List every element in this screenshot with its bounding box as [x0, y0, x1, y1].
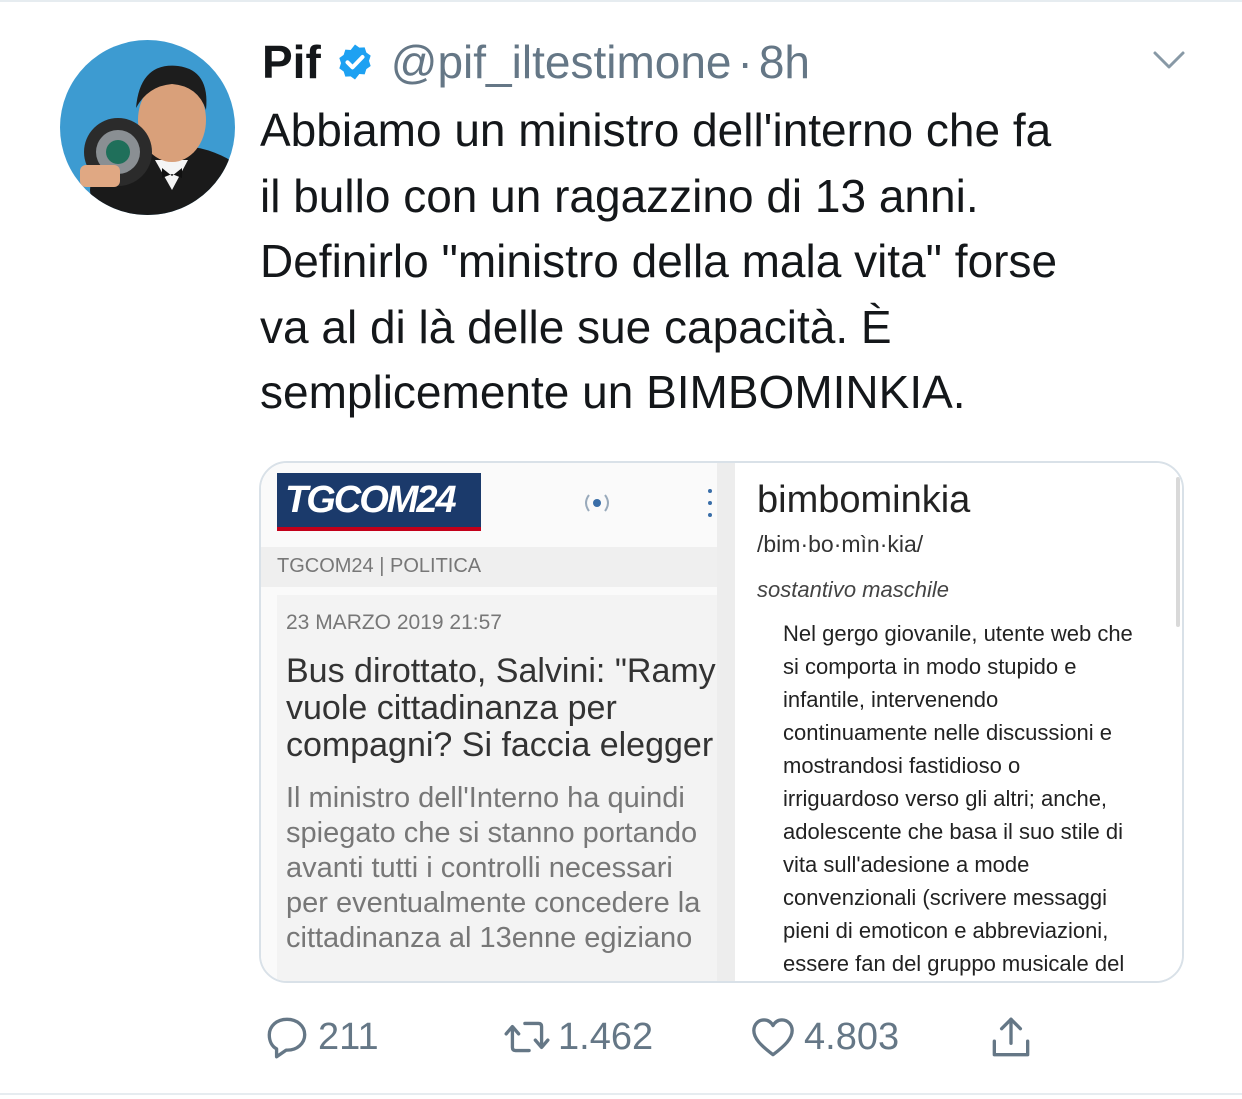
reply-icon — [267, 1017, 307, 1059]
definition-line: essere fan del gruppo musicale del — [783, 951, 1125, 976]
chevron-down-icon[interactable] — [1152, 48, 1186, 72]
definition-line: Nel gergo giovanile, utente web che — [783, 621, 1133, 646]
article-title-line: compagni? Si faccia elegger — [286, 726, 714, 764]
tweet-header: Pif @pif_iltestimone · 8h — [262, 32, 810, 92]
article-title-line: Bus dirottato, Salvini: "Ramy — [286, 652, 716, 690]
tweet-text-line: Abbiamo un ministro dell'interno che fa — [260, 104, 1052, 156]
media-image-left[interactable]: TGCOM24 TGCOM24 | POLITICA 23 MARZO 2019… — [261, 463, 717, 981]
article-summary-line: avanti tutti i controlli necessari — [286, 852, 673, 884]
like-count: 4.803 — [804, 1015, 900, 1058]
article-summary-line: Il ministro dell'Interno ha quindi — [286, 782, 685, 814]
display-name[interactable]: Pif — [262, 35, 321, 89]
reply-count: 211 — [318, 1015, 379, 1058]
tgcom24-logo: TGCOM24 — [277, 473, 481, 531]
share-button[interactable] — [986, 1012, 1036, 1062]
definition-line: pieni di emoticon e abbreviazioni, — [783, 918, 1109, 943]
tweet-text: Abbiamo un ministro dell'interno che fa … — [260, 98, 1200, 426]
definition-line: adolescente che basa il suo stile di — [783, 819, 1123, 844]
definition-line: infantile, intervenendo — [783, 687, 999, 712]
dictionary-word: bimbominkia — [757, 479, 971, 521]
definition-line: mostrandosi fastidioso o — [783, 753, 1021, 778]
scrollbar — [1176, 477, 1180, 627]
media-image-right[interactable]: bimbominkia /bim·bo·mìn·kia/ sostantivo … — [735, 463, 1182, 981]
retweet-icon — [504, 1021, 550, 1053]
live-broadcast-icon — [585, 494, 609, 512]
retweet-count: 1.462 — [558, 1015, 654, 1058]
tweet-text-line: va al di là delle sue capacità. È — [260, 300, 892, 353]
article-summary-line: cittadinanza al 13enne egiziano — [286, 922, 693, 954]
user-handle[interactable]: @pif_iltestimone — [391, 35, 732, 89]
definition-line: si comporta in modo stupido e — [783, 654, 1077, 679]
definition-line: vita sull'adesione a mode — [783, 852, 1030, 877]
article-summary-line: per eventualmente concedere la — [286, 887, 701, 919]
dictionary-definition: Nel gergo giovanile, utente web che si c… — [783, 617, 1182, 980]
article-date: 23 MARZO 2019 21:57 — [286, 611, 502, 634]
definition-line: irriguardoso verso gli altri; anche, — [783, 786, 1108, 811]
top-divider — [0, 0, 1242, 2]
logo-text: TGCOM24 — [285, 479, 457, 521]
tweet-actions: 211 1.462 4.803 — [262, 1012, 1162, 1072]
tweet-text-line: il bullo con un ragazzino di 13 anni. — [260, 169, 979, 222]
share-icon — [992, 1017, 1030, 1057]
article-section: TGCOM24 | POLITICA — [277, 555, 482, 577]
timestamp[interactable]: 8h — [759, 35, 810, 89]
avatar-image — [60, 40, 235, 215]
separator-dot: · — [737, 36, 753, 88]
verified-badge-icon — [339, 44, 371, 80]
avatar[interactable] — [60, 40, 235, 215]
like-button[interactable]: 4.803 — [748, 1012, 899, 1062]
retweet-button[interactable]: 1.462 — [502, 1012, 653, 1062]
reply-button[interactable]: 211 — [262, 1012, 379, 1062]
article-summary-line: spiegato che si stanno portando — [286, 817, 698, 849]
definition-line: convenzionali (scrivere messaggi — [783, 885, 1108, 910]
definition-line: continuamente nelle discussioni e — [783, 720, 1112, 745]
tweet-text-line: semplicemente un BIMBOMINKIA. — [260, 366, 966, 418]
more-vertical-icon — [707, 489, 713, 519]
tweet-text-line: Definirlo "ministro della mala vita" for… — [260, 235, 1058, 287]
article-summary: Il ministro dell'Interno ha quindi spieg… — [286, 781, 722, 956]
bottom-divider — [0, 1093, 1242, 1095]
dictionary-part-of-speech: sostantivo maschile — [757, 577, 949, 602]
article-title-line: vuole cittadinanza per — [286, 689, 617, 727]
dictionary-phonetic: /bim·bo·mìn·kia/ — [757, 531, 924, 557]
media-divider — [717, 463, 735, 981]
article-title: Bus dirottato, Salvini: "Ramy vuole citt… — [286, 653, 722, 764]
tweet-media[interactable]: TGCOM24 TGCOM24 | POLITICA 23 MARZO 2019… — [259, 461, 1184, 983]
heart-icon — [752, 1018, 794, 1057]
